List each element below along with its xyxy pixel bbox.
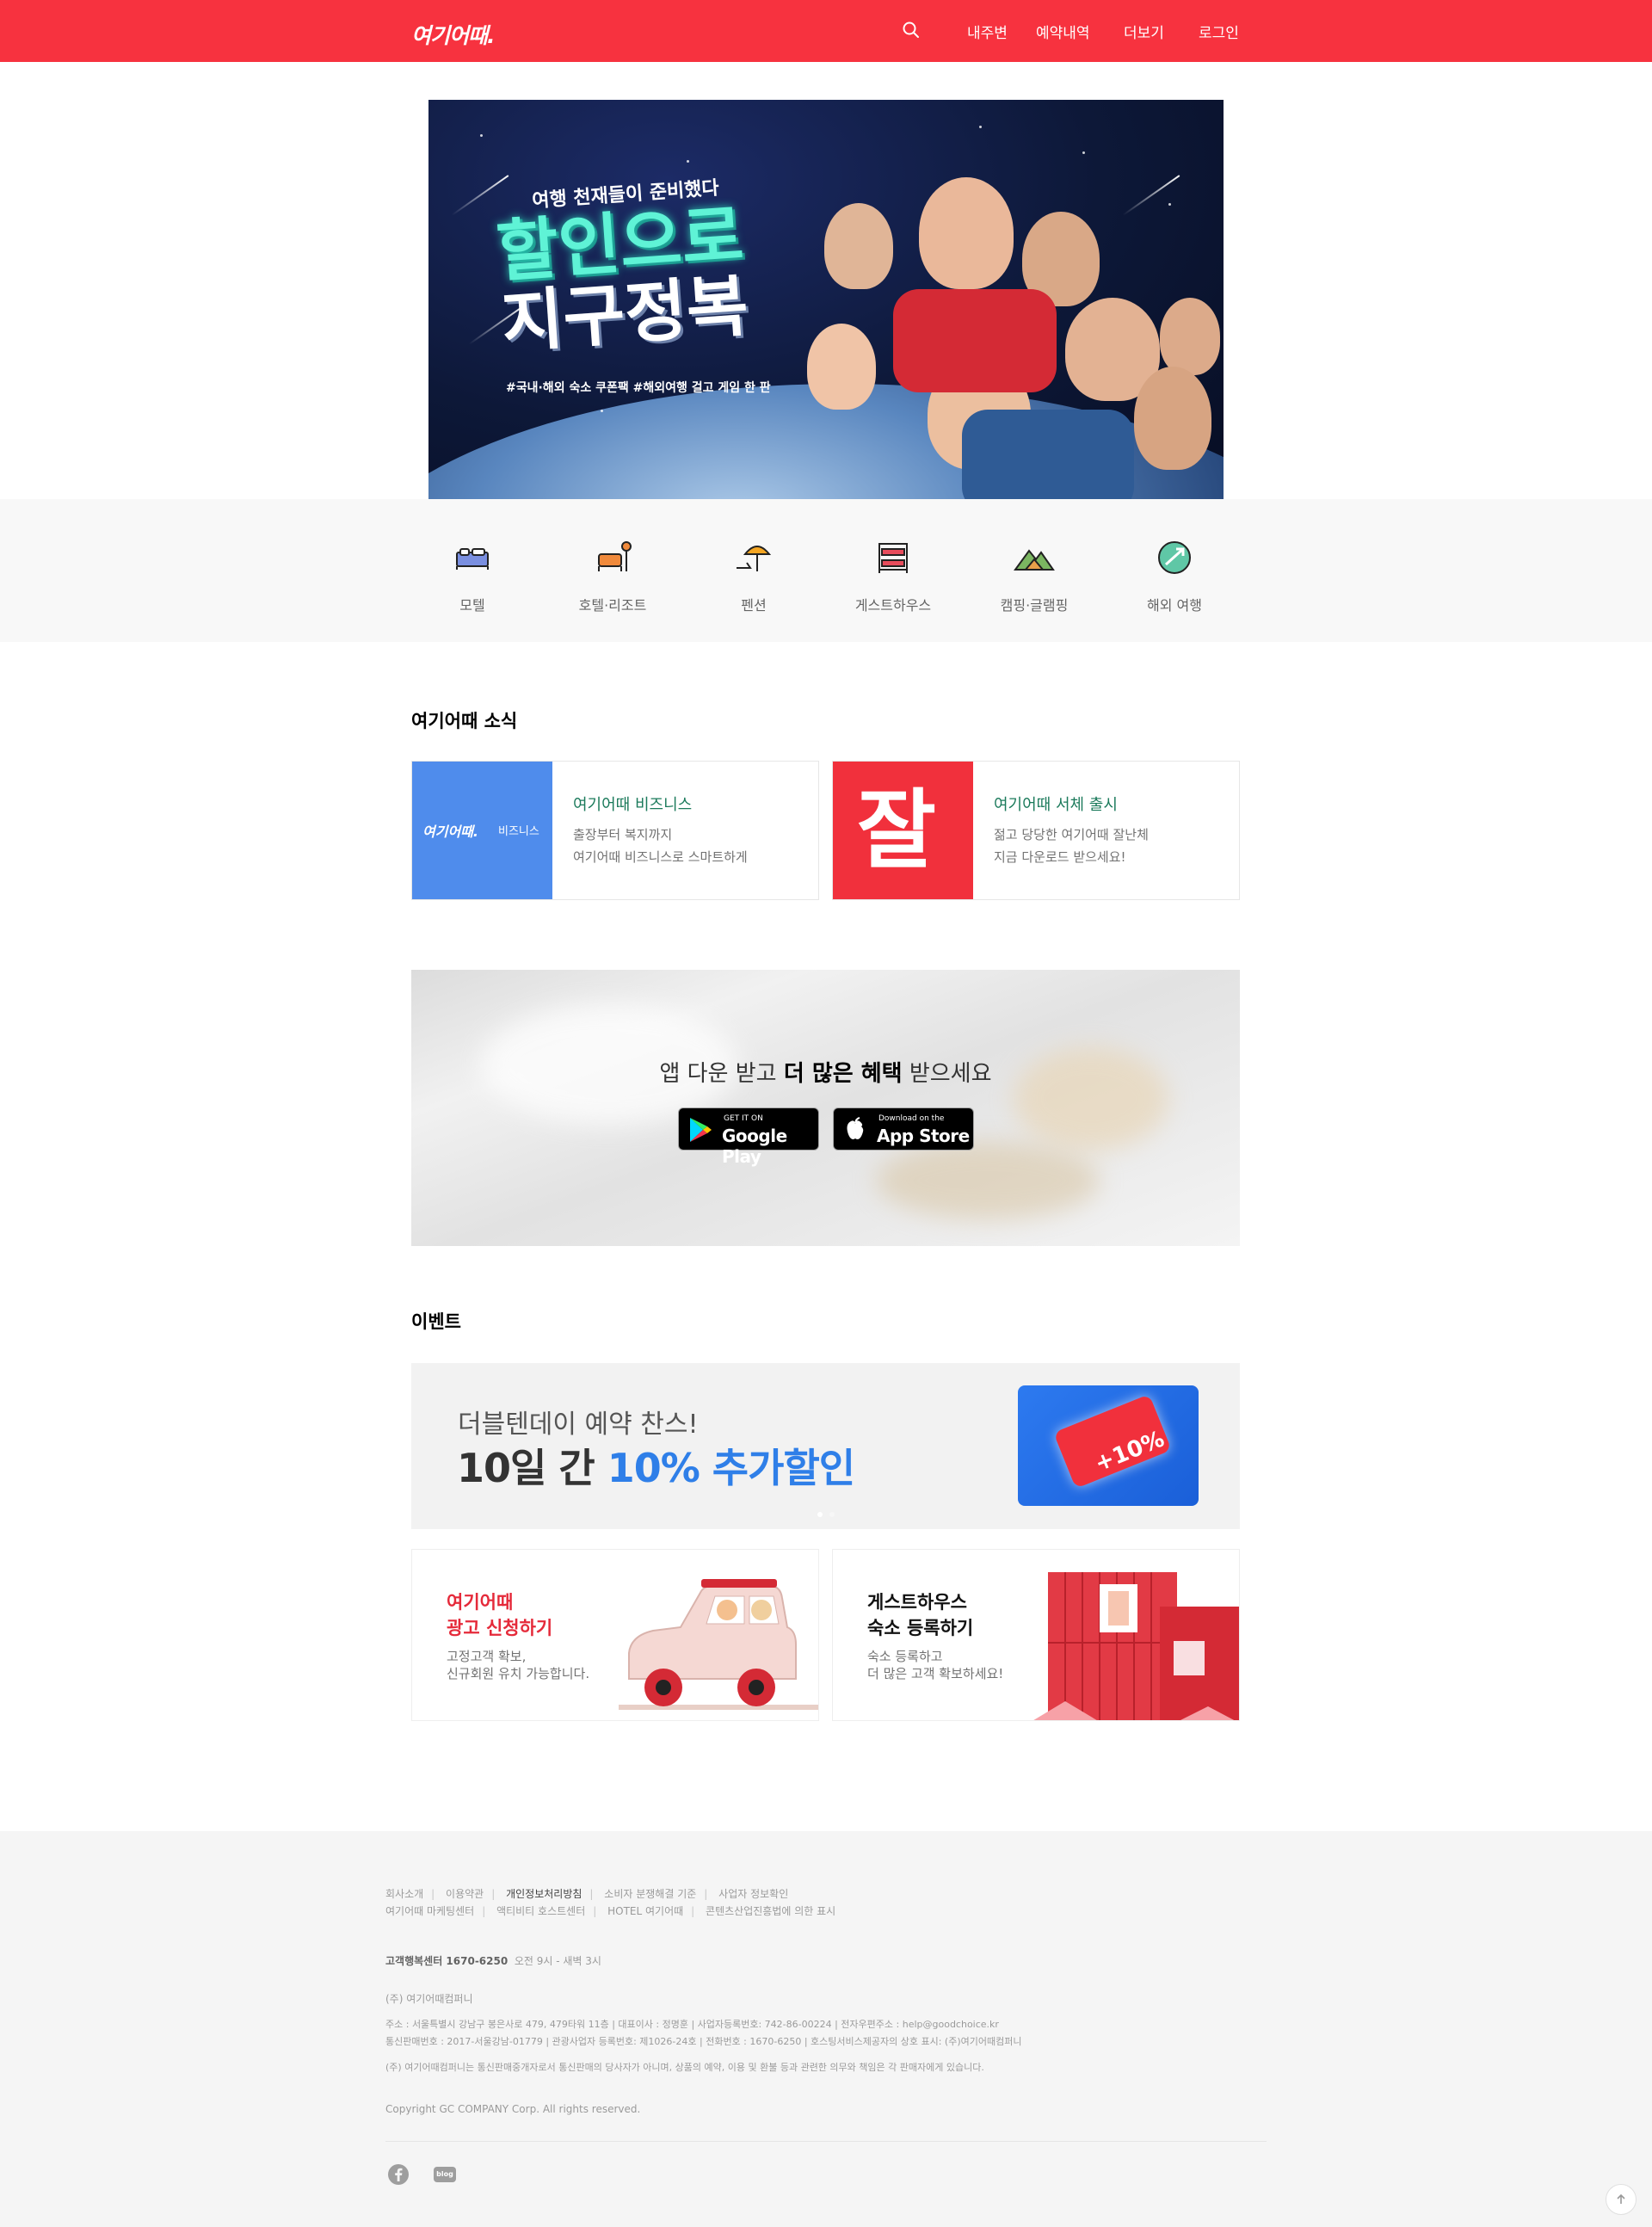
footer-link-bizinfo[interactable]: 사업자 정보확인 (718, 1886, 788, 1901)
category-label: 게스트하우스 (854, 597, 932, 614)
font-thumbnail: 잘 (833, 762, 973, 899)
footer-link-dispute[interactable]: 소비자 분쟁해결 기준 (604, 1886, 696, 1901)
guesthouse-register-desc: 숙소 등록하고 더 많은 고객 확보하세요! (867, 1649, 1004, 1681)
news-desc: 젊고 당당한 여기어때 잘난체 지금 다운로드 받으세요! (994, 827, 1149, 865)
event-banner-title: 10일 간 10% 추가할인 (457, 1445, 855, 1491)
guesthouse-register-card[interactable]: 게스트하우스 숙소 등록하기 숙소 등록하고 더 많은 고객 확보하세요! (832, 1549, 1240, 1721)
category-overseas[interactable]: 해외 여행 (1106, 534, 1243, 614)
scroll-top-button[interactable] (1606, 2184, 1637, 2215)
broker-notice: (주) 여기어때컴퍼니는 통신판매중개자로서 통신판매의 당사자가 아니며, 상… (385, 2062, 984, 2073)
footer-link-privacy[interactable]: 개인정보처리방침 (506, 1886, 582, 1901)
apple-icon (847, 1117, 864, 1139)
footer-link-activity-host[interactable]: 액티비티 호스트센터 (496, 1903, 585, 1918)
guesthouse-register-title: 게스트하우스 숙소 등록하기 (867, 1592, 974, 1638)
nav-reservations[interactable]: 예약내역 (1036, 21, 1090, 42)
google-play-icon (690, 1118, 712, 1142)
news-title: 여기어때 비즈니스 (573, 796, 693, 814)
footer-link-marketing[interactable]: 여기어때 마케팅센터 (385, 1903, 474, 1918)
app-store-button[interactable]: Download on the App Store (833, 1107, 974, 1151)
copyright: Copyright GC COMPANY Corp. All rights re… (385, 2103, 641, 2115)
footer-link-hotel[interactable]: HOTEL 여기어때 (607, 1903, 683, 1918)
category-label: 캠핑·글램핑 (1000, 597, 1069, 614)
lounge-chair-icon (598, 541, 632, 571)
category-guesthouse[interactable]: 게스트하우스 (824, 534, 962, 614)
globe-plane-icon (1158, 541, 1191, 574)
footer-link-content-law[interactable]: 콘텐츠산업진흥법에 의한 표시 (706, 1903, 835, 1918)
nav-more[interactable]: 더보기 (1124, 21, 1164, 42)
category-motel[interactable]: 모텔 (404, 534, 541, 614)
google-play-button[interactable]: GET IT ON Google Play (678, 1107, 819, 1167)
category-strip: 모텔 호텔·리조트 펜션 게스트하우스 캠핑·글램핑 해외 여행 (0, 499, 1652, 642)
bed-icon (456, 548, 489, 570)
logo[interactable]: 여기어때. (411, 19, 495, 50)
category-label: 해외 여행 (1147, 597, 1202, 614)
category-label: 펜션 (741, 597, 767, 614)
carousel-dots[interactable] (814, 1504, 838, 1521)
ad-apply-card[interactable]: 여기어때 광고 신청하기 고정고객 확보, 신규회원 유치 가능합니다. (411, 1549, 819, 1721)
news-card-font[interactable]: 잘 여기어때 서체 출시 젊고 당당한 여기어때 잘난체 지금 다운로드 받으세… (832, 761, 1240, 900)
blog-icon[interactable]: blog (434, 2167, 456, 2182)
hero-people-photo (790, 169, 1220, 499)
category-pension[interactable]: 펜션 (685, 534, 823, 614)
news-title: 여기어때 서체 출시 (994, 796, 1118, 814)
hero-tags: #국내·해외 숙소 쿠폰팩 #해외여행 걸고 게임 한 판 (506, 381, 771, 395)
hero-headline-line2: 지구정복 (499, 267, 751, 362)
news-section-title: 여기어때 소식 (411, 711, 518, 731)
parasol-icon (737, 546, 772, 571)
app-download-message: 앱 다운 받고 더 많은 혜택 받으세요 (659, 1061, 992, 1087)
category-camping[interactable]: 캠핑·글램핑 (965, 534, 1103, 614)
footer-link-terms[interactable]: 이용약관 (446, 1886, 484, 1901)
event-banner-subtitle: 더블텐데이 예약 찬스! (458, 1410, 699, 1440)
category-label: 모텔 (459, 597, 485, 614)
hero-banner[interactable]: 여행 천재들이 준비했다 할인으로 지구정복 #국내·해외 숙소 쿠폰팩 #해외… (428, 100, 1224, 499)
search-icon[interactable] (902, 21, 922, 41)
company-address: 주소 : 서울특별시 강남구 봉은사로 479, 479타워 11층 | 대표이… (385, 2019, 999, 2030)
company-registration: 통신판매번호 : 2017-서울강남-01779 | 관광사업자 등록번호: 제… (385, 2036, 1022, 2047)
category-label: 호텔·리조트 (578, 597, 647, 614)
top-header: 여기어때. 내주변 예약내역 더보기 로그인 (0, 0, 1652, 62)
hero-headline: 할인으로 지구정복 (494, 197, 751, 362)
car-illustration (619, 1579, 818, 1710)
arrow-up-icon (1617, 2193, 1625, 2204)
footer-links-row1: 회사소개 | 이용약관 | 개인정보처리방침 | 소비자 분쟁해결 기준 | 사업자 정… (385, 1886, 789, 1901)
news-desc: 출장부터 복지까지 여기어때 비즈니스로 스마트하게 (573, 827, 748, 865)
category-hotel-resort[interactable]: 호텔·리조트 (544, 534, 681, 614)
event-main-banner[interactable]: 더블텐데이 예약 찬스! 10일 간 10% 추가할인 +10% (411, 1363, 1240, 1529)
facebook-icon[interactable] (387, 2163, 410, 2186)
mountain-icon (1014, 549, 1055, 571)
coupon-illustration: +10% (1018, 1385, 1199, 1506)
app-download-banner: 앱 다운 받고 더 많은 혜택 받으세요 GET IT ON Google Pl… (411, 970, 1240, 1246)
ad-apply-title: 여기어때 광고 신청하기 (447, 1592, 553, 1638)
customer-center: 고객행복센터 1670-6250 오전 9시 - 새벽 3시 (385, 1955, 601, 1967)
ad-apply-desc: 고정고객 확보, 신규회원 유치 가능합니다. (447, 1649, 590, 1681)
nav-nearby[interactable]: 내주변 (967, 21, 1008, 42)
events-section-title: 이벤트 (411, 1311, 461, 1332)
footer-link-company[interactable]: 회사소개 (385, 1886, 423, 1901)
bunk-bed-icon (878, 543, 908, 573)
company-name: (주) 여기어때컴퍼니 (385, 1993, 473, 2005)
building-illustration (1033, 1572, 1239, 1720)
footer-links-row2: 여기어때 마케팅센터 | 액티비티 호스트센터 | HOTEL 여기어때 | 콘텐츠산… (385, 1903, 836, 1918)
news-card-business[interactable]: 여기어때. 비즈니스 여기어때 비즈니스 출장부터 복지까지 여기어때 비즈니스… (411, 761, 819, 900)
nav-login[interactable]: 로그인 (1199, 21, 1239, 42)
footer-divider (385, 2141, 1267, 2142)
business-thumbnail: 여기어때. 비즈니스 (412, 762, 552, 899)
